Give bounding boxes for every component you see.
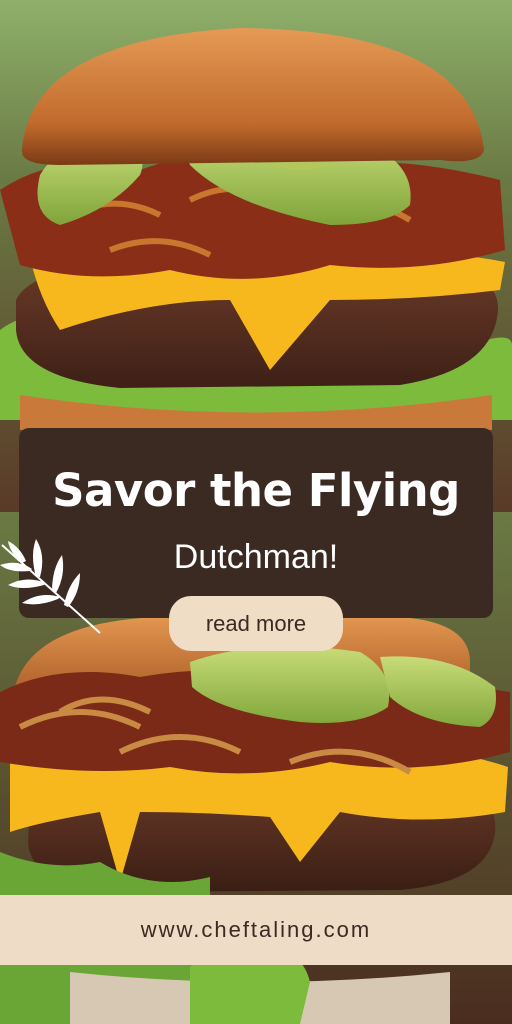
website-banner: www.cheftaling.com xyxy=(0,895,512,965)
headline: Savor the Flying xyxy=(52,464,460,517)
website-url[interactable]: www.cheftaling.com xyxy=(141,917,371,943)
read-more-button[interactable]: read more xyxy=(169,596,343,651)
pin-graphic: Savor the Flying Dutchman! read more www… xyxy=(0,0,512,1024)
leaf-sprig-icon xyxy=(0,539,101,634)
